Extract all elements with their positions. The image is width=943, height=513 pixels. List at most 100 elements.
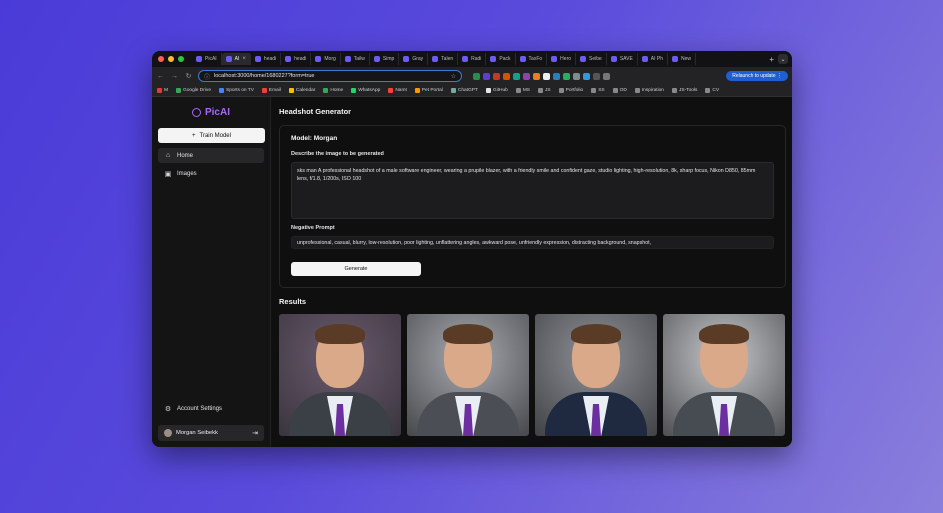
tab-label: New <box>681 56 692 62</box>
puzzle-icon[interactable] <box>593 72 600 80</box>
browser-window: PicAI AI × headi headi Morg Tailw Simp Gray Talen… <box>152 51 792 447</box>
url-text[interactable]: localhost:3000/home/1680227?form=true <box>214 73 447 79</box>
toolbar: ← → ↻ ⓘ localhost:3000/home/1680227?form… <box>152 67 792 85</box>
bookmark-star-icon[interactable]: ☆ <box>451 73 456 80</box>
profile-icon[interactable] <box>603 72 610 80</box>
extension-icon[interactable] <box>483 72 490 80</box>
browser-tab[interactable]: Seibe <box>576 53 607 65</box>
tab-search-button[interactable]: ⌄ <box>778 54 788 64</box>
sidebar-item-images[interactable]: ▣ Images <box>158 166 264 181</box>
bookmark-item[interactable]: Google Drive <box>176 88 211 93</box>
negative-prompt-label: Negative Prompt <box>291 225 335 231</box>
extension-icon[interactable] <box>473 72 480 80</box>
browser-tab[interactable]: AI Ph <box>638 53 669 65</box>
bookmark-item[interactable]: OD <box>612 88 627 93</box>
browser-tab[interactable]: Tailw <box>341 53 370 65</box>
bookmark-icon <box>705 88 711 93</box>
browser-tab[interactable]: headi <box>251 53 282 65</box>
tab-favicon-icon <box>373 56 380 62</box>
negative-prompt-input[interactable]: unprofessional, casual, blurry, low-reso… <box>291 236 774 249</box>
extension-icon[interactable] <box>513 72 520 80</box>
extension-icon[interactable] <box>573 72 580 80</box>
bookmark-item[interactable]: Calendar <box>288 88 316 93</box>
prompt-textarea[interactable]: sks man A professional headshot of a mal… <box>291 162 774 219</box>
bookmark-item[interactable]: Email <box>261 88 281 93</box>
result-headshot-image[interactable] <box>663 314 785 436</box>
prompt-label: Describe the image to be generated <box>291 151 384 157</box>
logout-icon[interactable]: ⇥ <box>252 429 258 437</box>
bookmark-item[interactable]: JS <box>538 88 551 93</box>
bookmark-item[interactable]: Pet Portal <box>414 88 443 93</box>
back-button[interactable]: ← <box>156 73 165 80</box>
browser-tab[interactable]: AI × <box>221 53 251 65</box>
user-profile[interactable]: Morgan Seibekk ⇥ <box>158 425 264 441</box>
forward-button[interactable]: → <box>170 73 179 80</box>
browser-tab[interactable]: Morg <box>311 53 341 65</box>
extension-icon[interactable] <box>543 72 550 80</box>
minimize-window-button[interactable] <box>168 56 174 62</box>
browser-tab[interactable]: Pack <box>486 53 516 65</box>
close-tab-icon[interactable]: × <box>242 56 246 62</box>
browser-tab[interactable]: New <box>668 53 697 65</box>
train-model-button[interactable]: + Train Model <box>158 128 265 143</box>
extension-icon[interactable] <box>533 72 540 80</box>
bookmark-item[interactable]: ChatGPT <box>450 88 478 93</box>
bookmark-item[interactable]: JS-Tools <box>671 88 697 93</box>
tab-favicon-icon <box>519 56 526 62</box>
bookmark-icon <box>261 88 267 93</box>
browser-tab[interactable]: Gray <box>399 53 429 65</box>
site-info-icon[interactable]: ⓘ <box>204 72 210 81</box>
extension-icon[interactable] <box>563 72 570 80</box>
bookmark-item[interactable]: Sports on TV <box>219 88 254 93</box>
browser-tab[interactable]: PicAI <box>192 53 222 65</box>
browser-tab[interactable]: Radi <box>458 53 487 65</box>
extension-icon[interactable] <box>503 72 510 80</box>
bookmark-label: SS <box>598 88 605 93</box>
browser-tab[interactable]: Simp <box>370 53 400 65</box>
bookmark-item[interactable]: Inspiration <box>634 88 664 93</box>
result-headshot-image[interactable] <box>535 314 657 436</box>
tab-favicon-icon <box>285 56 292 62</box>
bookmark-item[interactable]: Portfolio <box>558 88 583 93</box>
tab-label: Morg <box>324 56 336 62</box>
bookmark-item[interactable]: M <box>157 88 168 93</box>
generate-button[interactable]: Generate <box>291 262 421 276</box>
close-window-button[interactable] <box>158 56 164 62</box>
result-headshot-image[interactable] <box>407 314 529 436</box>
sidebar-item-home[interactable]: ⌂ Home <box>158 148 264 163</box>
bookmark-icon <box>288 88 294 93</box>
bookmark-label: Calendar <box>295 88 316 93</box>
tab-favicon-icon <box>551 56 558 62</box>
bookmark-item[interactable]: Home <box>323 88 343 93</box>
browser-tab[interactable]: SAVE <box>607 53 638 65</box>
bookmark-item[interactable]: GitHub <box>485 88 508 93</box>
result-headshot-image[interactable] <box>279 314 401 436</box>
relaunch-button[interactable]: Relaunch to update ⋮ <box>726 71 788 81</box>
bookmark-item[interactable]: SS <box>591 88 605 93</box>
extension-icon[interactable] <box>583 72 590 80</box>
browser-tab[interactable]: TaxFo <box>516 53 548 65</box>
new-tab-button[interactable]: + <box>765 55 778 64</box>
tab-favicon-icon <box>432 56 439 62</box>
model-label: Model: Morgan <box>291 135 338 142</box>
bookmark-item[interactable]: WhatsApp <box>351 88 380 93</box>
bookmark-item[interactable]: Namt <box>388 88 407 93</box>
extension-icon[interactable] <box>553 72 560 80</box>
bookmark-item[interactable]: CV <box>705 88 719 93</box>
reload-button[interactable]: ↻ <box>184 72 193 80</box>
tab-favicon-icon <box>254 56 261 62</box>
bookmark-item[interactable]: MS <box>515 88 530 93</box>
bookmark-label: OD <box>619 88 627 93</box>
extensions-bar <box>473 72 610 80</box>
extension-icon[interactable] <box>523 72 530 80</box>
extension-icon[interactable] <box>493 72 500 80</box>
image-icon: ▣ <box>164 170 172 178</box>
browser-tab[interactable]: Talen <box>428 53 459 65</box>
user-name: Morgan Seibekk <box>176 430 218 436</box>
account-settings-link[interactable]: ⚙ Account Settings <box>158 401 228 416</box>
app-logo[interactable]: PicAI <box>158 107 264 118</box>
address-bar[interactable]: ⓘ localhost:3000/home/1680227?form=true … <box>198 70 462 82</box>
browser-tab[interactable]: Hero <box>547 53 577 65</box>
maximize-window-button[interactable] <box>178 56 184 62</box>
browser-tab[interactable]: headi <box>281 53 312 65</box>
